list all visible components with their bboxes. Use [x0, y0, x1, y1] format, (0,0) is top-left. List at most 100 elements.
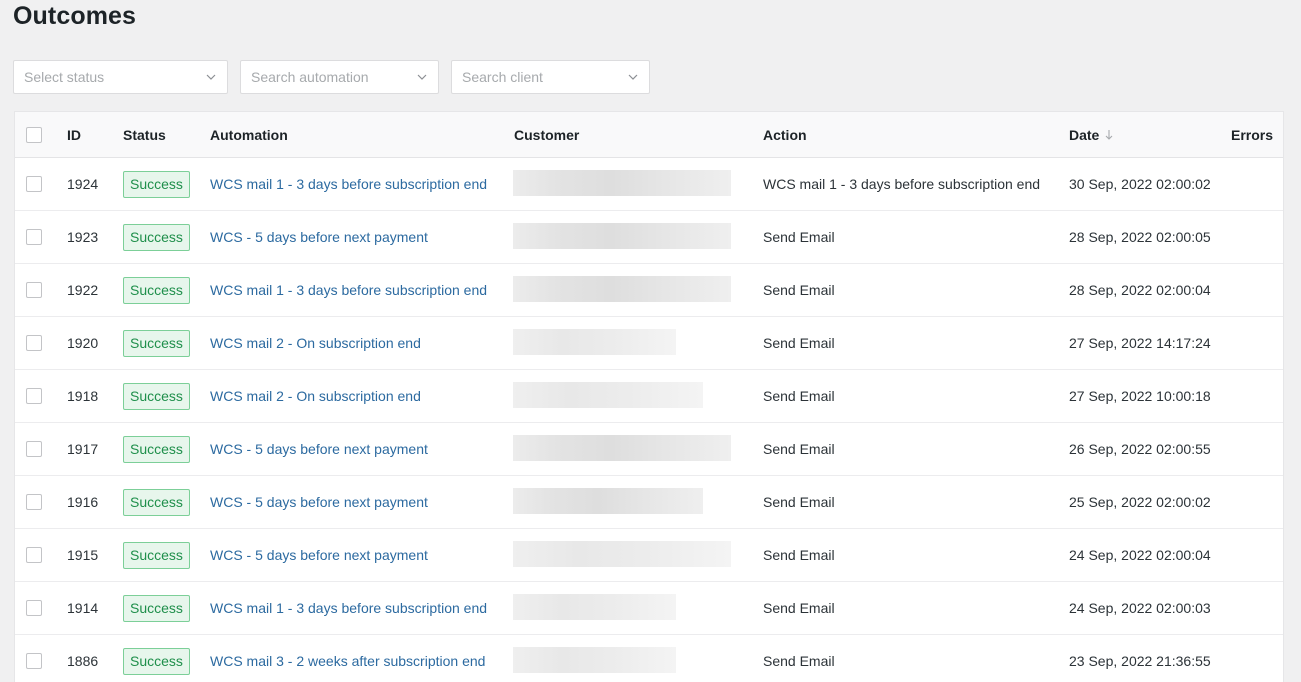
table-row: 1915 Success WCS - 5 days before next pa…	[15, 529, 1283, 582]
table-row: 1918 Success WCS mail 2 - On subscriptio…	[15, 370, 1283, 423]
status-badge: Success	[123, 489, 190, 516]
row-id: 1920	[67, 335, 99, 351]
status-badge: Success	[123, 277, 190, 304]
row-id: 1917	[67, 441, 99, 457]
customer-redacted	[513, 223, 731, 249]
row-action: Send Email	[763, 388, 835, 404]
table-header: ID Status Automation Customer Action Dat…	[15, 112, 1283, 158]
client-search-placeholder: Search client	[462, 69, 543, 85]
row-action: Send Email	[763, 335, 835, 351]
status-badge: Success	[123, 436, 190, 463]
status-cell: Success	[123, 317, 190, 369]
header-id[interactable]: ID	[67, 112, 81, 158]
status-cell: Success	[123, 211, 190, 263]
row-date: 25 Sep, 2022 02:00:02	[1069, 494, 1211, 510]
row-action: Send Email	[763, 600, 835, 616]
chevron-down-icon	[628, 74, 638, 80]
table-row: 1920 Success WCS mail 2 - On subscriptio…	[15, 317, 1283, 370]
status-filter-select[interactable]: Select status	[13, 60, 228, 94]
automation-link[interactable]: WCS - 5 days before next payment	[210, 476, 428, 528]
header-date[interactable]: Date	[1069, 112, 1114, 158]
row-date: 28 Sep, 2022 02:00:04	[1069, 282, 1211, 298]
header-status[interactable]: Status	[123, 112, 166, 158]
row-action: Send Email	[763, 653, 835, 669]
customer-redacted	[513, 594, 676, 620]
automation-link[interactable]: WCS - 5 days before next payment	[210, 529, 428, 581]
row-id: 1886	[67, 653, 99, 669]
client-search-select[interactable]: Search client	[451, 60, 650, 94]
status-badge: Success	[123, 595, 190, 622]
status-cell: Success	[123, 264, 190, 316]
row-id: 1923	[67, 229, 99, 245]
header-automation[interactable]: Automation	[210, 112, 288, 158]
table-body: 1924 Success WCS mail 1 - 3 days before …	[15, 158, 1283, 682]
header-date-label: Date	[1069, 127, 1100, 143]
status-badge: Success	[123, 648, 190, 675]
automation-link[interactable]: WCS mail 1 - 3 days before subscription …	[210, 158, 487, 210]
row-action: Send Email	[763, 494, 835, 510]
customer-redacted	[513, 647, 676, 673]
row-checkbox[interactable]	[26, 547, 42, 563]
table-row: 1916 Success WCS - 5 days before next pa…	[15, 476, 1283, 529]
row-id: 1918	[67, 388, 99, 404]
row-id: 1924	[67, 176, 99, 192]
header-customer[interactable]: Customer	[514, 112, 579, 158]
row-checkbox[interactable]	[26, 600, 42, 616]
table-row: 1917 Success WCS - 5 days before next pa…	[15, 423, 1283, 476]
row-checkbox[interactable]	[26, 229, 42, 245]
row-checkbox[interactable]	[26, 388, 42, 404]
status-badge: Success	[123, 542, 190, 569]
row-action: WCS mail 1 - 3 days before subscription …	[763, 176, 1041, 192]
row-checkbox[interactable]	[26, 653, 42, 669]
table-row: 1914 Success WCS mail 1 - 3 days before …	[15, 582, 1283, 635]
row-date: 30 Sep, 2022 02:00:02	[1069, 176, 1211, 192]
row-date: 27 Sep, 2022 10:00:18	[1069, 388, 1211, 404]
automation-link[interactable]: WCS mail 2 - On subscription end	[210, 317, 421, 369]
row-action: Send Email	[763, 229, 835, 245]
automation-link[interactable]: WCS mail 1 - 3 days before subscription …	[210, 264, 487, 316]
automation-link[interactable]: WCS mail 3 - 2 weeks after subscription …	[210, 635, 485, 682]
customer-redacted	[513, 488, 703, 514]
customer-redacted	[513, 276, 731, 302]
row-action: Send Email	[763, 547, 835, 563]
chevron-down-icon	[206, 74, 216, 80]
status-cell: Success	[123, 158, 190, 210]
automation-link[interactable]: WCS mail 2 - On subscription end	[210, 370, 421, 422]
customer-redacted	[513, 541, 731, 567]
row-date: 24 Sep, 2022 02:00:04	[1069, 547, 1211, 563]
status-badge: Success	[123, 383, 190, 410]
row-checkbox[interactable]	[26, 176, 42, 192]
automation-search-select[interactable]: Search automation	[240, 60, 439, 94]
customer-redacted	[513, 329, 676, 355]
select-all-checkbox[interactable]	[26, 127, 42, 143]
row-date: 26 Sep, 2022 02:00:55	[1069, 441, 1211, 457]
table-row: 1923 Success WCS - 5 days before next pa…	[15, 211, 1283, 264]
sort-down-arrow-icon	[1105, 130, 1113, 140]
row-id: 1916	[67, 494, 99, 510]
automation-link[interactable]: WCS mail 1 - 3 days before subscription …	[210, 582, 487, 634]
customer-redacted	[513, 435, 731, 461]
chevron-down-icon	[417, 74, 427, 80]
row-checkbox[interactable]	[26, 335, 42, 351]
table-row: 1924 Success WCS mail 1 - 3 days before …	[15, 158, 1283, 211]
row-checkbox[interactable]	[26, 494, 42, 510]
row-id: 1914	[67, 600, 99, 616]
row-checkbox[interactable]	[26, 441, 42, 457]
automation-link[interactable]: WCS - 5 days before next payment	[210, 423, 428, 475]
status-cell: Success	[123, 529, 190, 581]
header-errors[interactable]: Errors	[1231, 112, 1273, 158]
status-badge: Success	[123, 224, 190, 251]
row-id: 1922	[67, 282, 99, 298]
status-badge: Success	[123, 330, 190, 357]
row-date: 28 Sep, 2022 02:00:05	[1069, 229, 1211, 245]
table-row: 1922 Success WCS mail 1 - 3 days before …	[15, 264, 1283, 317]
status-filter-placeholder: Select status	[24, 69, 105, 85]
row-checkbox[interactable]	[26, 282, 42, 298]
automation-link[interactable]: WCS - 5 days before next payment	[210, 211, 428, 263]
status-cell: Success	[123, 423, 190, 475]
status-badge: Success	[123, 171, 190, 198]
header-action[interactable]: Action	[763, 112, 807, 158]
automation-search-placeholder: Search automation	[251, 69, 369, 85]
customer-redacted	[513, 382, 703, 408]
row-action: Send Email	[763, 282, 835, 298]
